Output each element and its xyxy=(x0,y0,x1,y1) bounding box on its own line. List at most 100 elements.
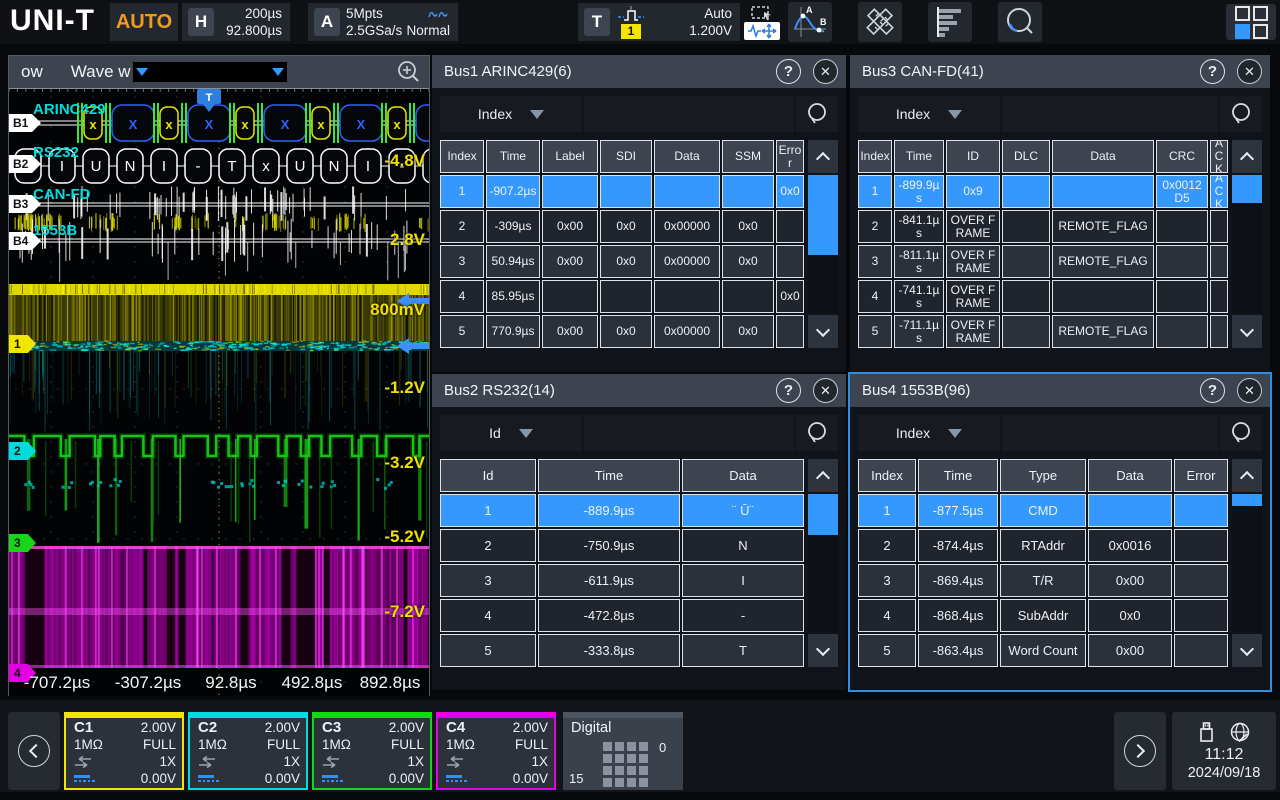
table-cell[interactable]: N xyxy=(682,529,804,562)
table-cell[interactable]: 4 xyxy=(858,280,892,313)
table-cell[interactable]: REMOTE_FLAG xyxy=(1052,210,1154,243)
table-cell[interactable]: 1 xyxy=(440,494,536,527)
table-cell[interactable] xyxy=(542,280,598,313)
help-icon[interactable]: ? xyxy=(1200,59,1225,84)
table-cell[interactable]: 5 xyxy=(440,634,536,667)
scroll-down-button[interactable] xyxy=(1232,634,1262,667)
table-cell[interactable] xyxy=(1210,210,1228,243)
table-cell[interactable]: REMOTE_FLAG xyxy=(1052,245,1154,278)
table-cell[interactable]: ¨ Ū¨ xyxy=(682,494,804,527)
table-cell[interactable]: 3 xyxy=(440,564,536,597)
table-cell[interactable]: -907.2µs xyxy=(486,175,540,208)
search-button[interactable] xyxy=(1220,415,1262,451)
table-cell[interactable] xyxy=(1156,245,1208,278)
table-cell[interactable] xyxy=(1174,564,1228,597)
table-cell[interactable]: RTAddr xyxy=(1000,529,1086,562)
search-button[interactable] xyxy=(796,415,838,451)
scrollbar-track[interactable] xyxy=(1232,175,1262,313)
table-cell[interactable]: 0x0 xyxy=(722,245,774,278)
table-cell[interactable]: -811.1µs xyxy=(894,245,944,278)
table-cell[interactable]: 5 xyxy=(440,315,484,348)
table-cell[interactable] xyxy=(776,210,804,243)
table-cell[interactable] xyxy=(1002,245,1050,278)
table-cell[interactable] xyxy=(654,280,720,313)
table-cell[interactable]: -711.1µs xyxy=(894,315,944,348)
scrollbar-thumb[interactable] xyxy=(808,175,838,255)
table-cell[interactable]: 0x0 xyxy=(600,245,652,278)
table-cell[interactable] xyxy=(1210,315,1228,348)
scroll-up-button[interactable] xyxy=(1232,459,1262,492)
table-cell[interactable]: 2 xyxy=(440,210,484,243)
table-cell[interactable]: 1 xyxy=(858,494,916,527)
table-cell[interactable]: OVER FRAME xyxy=(946,280,1000,313)
table-cell[interactable] xyxy=(654,175,720,208)
table-cell[interactable]: 0x00000 xyxy=(654,245,720,278)
table-cell[interactable]: I xyxy=(682,564,804,597)
table-cell[interactable]: 0x0 xyxy=(776,175,804,208)
table-cell[interactable]: 0x0 xyxy=(722,315,774,348)
table-cell[interactable]: ACK xyxy=(1210,175,1228,208)
table-cell[interactable] xyxy=(776,245,804,278)
table-cell[interactable]: 0x0 xyxy=(600,315,652,348)
cursor-select-tool[interactable] xyxy=(744,2,780,42)
scrollbar-track[interactable] xyxy=(1232,494,1262,632)
close-icon[interactable]: ✕ xyxy=(1237,378,1262,403)
table-cell[interactable]: 5 xyxy=(858,634,916,667)
table-cell[interactable] xyxy=(1088,494,1172,527)
waveform-display[interactable]: xXxXxXxXxXT-IUNI-TxUNI- B1 B2 B3 B4 ARIN… xyxy=(9,88,429,696)
table-cell[interactable]: -863.4µs xyxy=(918,634,998,667)
scroll-right-button[interactable] xyxy=(1114,712,1166,790)
table-cell[interactable]: 0x9 xyxy=(946,175,1000,208)
table-cell[interactable] xyxy=(1052,175,1154,208)
table-cell[interactable]: 0x00 xyxy=(1088,634,1172,667)
channel-card-c3[interactable]: C32.00V1MΩFULL1X0.00V xyxy=(312,712,432,790)
table-cell[interactable]: -869.4µs xyxy=(918,564,998,597)
table-cell[interactable]: -889.9µs xyxy=(538,494,680,527)
filter-dropdown[interactable]: Id xyxy=(440,415,582,451)
table-cell[interactable]: 1 xyxy=(440,175,484,208)
table-cell[interactable]: 85.95µs xyxy=(486,280,540,313)
table-cell[interactable]: 770.9µs xyxy=(486,315,540,348)
search-input[interactable] xyxy=(1002,96,1218,132)
table-cell[interactable]: 0x0 xyxy=(1088,599,1172,632)
window-layout-button[interactable] xyxy=(1226,4,1276,40)
scrollbar-thumb[interactable] xyxy=(1232,175,1262,203)
scrollbar-thumb[interactable] xyxy=(808,494,838,535)
table-cell[interactable]: OVER FRAME xyxy=(946,245,1000,278)
help-icon[interactable]: ? xyxy=(776,59,801,84)
table-cell[interactable] xyxy=(722,175,774,208)
table-cell[interactable]: 3 xyxy=(858,564,916,597)
table-cell[interactable] xyxy=(1052,280,1154,313)
table-cell[interactable] xyxy=(1174,494,1228,527)
table-cell[interactable]: 2 xyxy=(858,210,892,243)
table-cell[interactable]: 2 xyxy=(858,529,916,562)
math-ab-tool[interactable]: A B xyxy=(788,2,832,42)
search-zoom-tool[interactable] xyxy=(998,2,1042,42)
scroll-up-button[interactable] xyxy=(808,459,838,492)
scroll-down-button[interactable] xyxy=(808,315,838,348)
filter-dropdown[interactable]: Index xyxy=(858,96,1000,132)
table-cell[interactable]: -841.1µs xyxy=(894,210,944,243)
table-cell[interactable] xyxy=(1156,315,1208,348)
horizontal-menu-button[interactable]: H 200µs 92.800µs xyxy=(182,3,290,41)
close-icon[interactable]: ✕ xyxy=(813,59,838,84)
scroll-up-button[interactable] xyxy=(808,140,838,173)
zoom-in-icon[interactable] xyxy=(397,60,421,84)
table-cell[interactable] xyxy=(776,315,804,348)
help-icon[interactable]: ? xyxy=(776,378,801,403)
table-cell[interactable]: 4 xyxy=(440,599,536,632)
table-cell[interactable]: -877.5µs xyxy=(918,494,998,527)
table-cell[interactable] xyxy=(1174,634,1228,667)
table-cell[interactable]: 3 xyxy=(858,245,892,278)
table-cell[interactable] xyxy=(542,175,598,208)
table-cell[interactable]: 0x00 xyxy=(542,210,598,243)
table-cell[interactable]: 0x00 xyxy=(1088,564,1172,597)
table-cell[interactable]: 5 xyxy=(858,315,892,348)
channel-card-c2[interactable]: C22.00V1MΩFULL1X0.00V xyxy=(188,712,308,790)
table-cell[interactable] xyxy=(1174,529,1228,562)
table-cell[interactable]: -868.4µs xyxy=(918,599,998,632)
table-cell[interactable]: -741.1µs xyxy=(894,280,944,313)
scrollbar-thumb[interactable] xyxy=(1232,494,1262,506)
table-cell[interactable]: 4 xyxy=(440,280,484,313)
histogram-tool[interactable] xyxy=(928,2,972,42)
